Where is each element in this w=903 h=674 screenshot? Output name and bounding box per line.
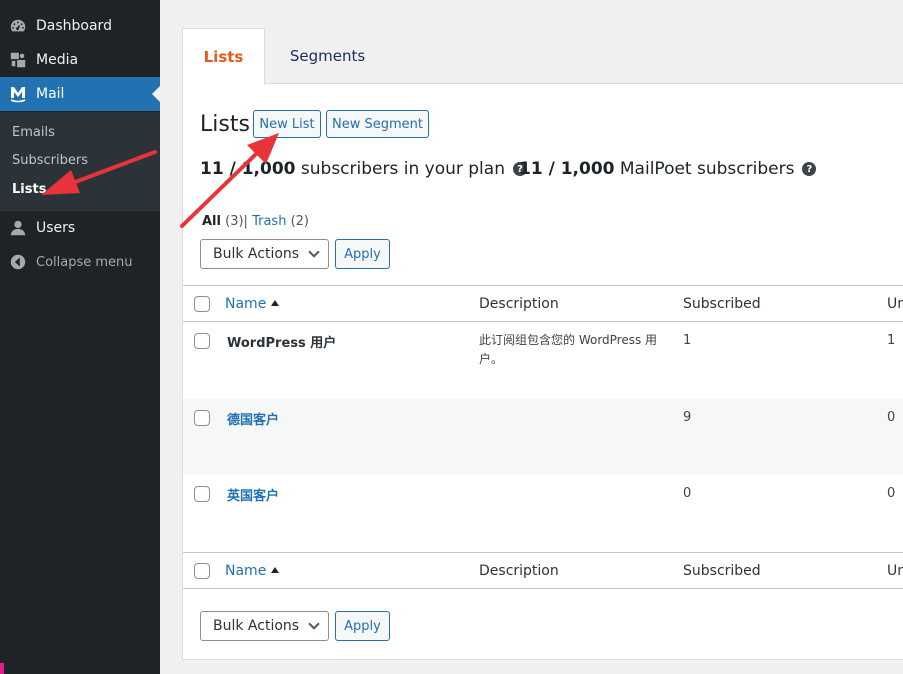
divider	[183, 285, 903, 286]
chevron-down-icon	[308, 246, 320, 258]
list-name[interactable]: 英国客户	[227, 485, 279, 504]
column-subscribed-header[interactable]: Subscribed	[683, 296, 761, 312]
filter-trash-count: (2)	[290, 214, 309, 229]
filter-trash[interactable]: Trash	[252, 214, 286, 229]
submenu-item-lists[interactable]: Lists	[12, 182, 46, 197]
subscribed-count: 1	[683, 333, 692, 348]
column-name-header[interactable]: Name	[225, 296, 280, 312]
filter-all[interactable]: All	[202, 214, 221, 229]
page-title: Lists	[200, 112, 250, 137]
list-description: 此订阅组包含您的 WordPress 用户。	[479, 333, 658, 366]
sidebar-item-label: Mail	[36, 86, 65, 102]
table-row	[183, 399, 903, 475]
plan-text: subscribers in your plan	[300, 159, 505, 179]
mailpoet-icon	[0, 84, 36, 104]
sidebar-item-mail[interactable]: Mail	[0, 77, 160, 111]
row-checkbox[interactable]	[194, 410, 210, 426]
column-name-footer[interactable]: Name	[225, 563, 280, 579]
divider	[183, 588, 903, 589]
current-menu-arrow	[152, 86, 160, 102]
table-row	[183, 475, 903, 552]
select-all-checkbox[interactable]	[194, 296, 210, 312]
help-icon[interactable]: ?	[802, 162, 817, 176]
bulk-actions-label: Bulk Actions	[213, 246, 300, 262]
filter-all-count: (3)	[225, 214, 244, 229]
list-name[interactable]: WordPress 用户	[227, 332, 336, 351]
bulk-actions-label: Bulk Actions	[213, 618, 300, 634]
sidebar-item-label: Dashboard	[36, 18, 112, 34]
sidebar-item-label: Users	[36, 220, 76, 236]
sidebar-item-dashboard[interactable]: Dashboard	[0, 9, 160, 43]
sidebar-item-users[interactable]: Users	[0, 211, 160, 245]
unsubscribed-count: 0	[887, 486, 896, 501]
column-unsubscribed-header[interactable]: Un	[887, 296, 903, 312]
subscribed-count: 0	[683, 486, 692, 501]
tab-lists[interactable]: Lists	[182, 28, 265, 85]
dashboard-icon	[0, 17, 36, 35]
plan-count: 11 / 1,000	[200, 159, 296, 179]
tab-segments[interactable]: Segments	[270, 28, 385, 84]
sidebar-item-label: Media	[36, 52, 79, 68]
bulk-actions-select-bottom[interactable]: Bulk Actions	[200, 611, 329, 641]
color-marker	[0, 663, 4, 674]
collapse-icon	[0, 253, 36, 271]
column-description-header: Description	[479, 296, 559, 312]
filter-separator: |	[243, 214, 248, 229]
users-icon	[0, 219, 36, 237]
mp-count: 11 / 1,000	[519, 159, 615, 179]
mp-text: MailPoet subscribers	[619, 159, 795, 179]
chevron-down-icon	[308, 618, 320, 630]
list-filters: All (3)| Trash (2)	[202, 214, 309, 229]
media-icon	[0, 51, 36, 69]
mailpoet-subscribers-info: 11 / 1,000 MailPoet subscribers ?	[519, 159, 817, 179]
column-unsubscribed-footer[interactable]: Un	[887, 563, 903, 579]
bulk-actions-select[interactable]: Bulk Actions	[200, 239, 329, 269]
collapse-menu-label: Collapse menu	[36, 254, 133, 270]
collapse-menu-button[interactable]: Collapse menu	[0, 245, 160, 279]
sort-asc-icon	[271, 300, 280, 306]
new-segment-button[interactable]: New Segment	[326, 110, 429, 138]
apply-button-bottom[interactable]: Apply	[335, 611, 390, 641]
subscribed-count: 9	[683, 410, 692, 425]
submenu-item-emails[interactable]: Emails	[12, 125, 55, 140]
column-description-footer: Description	[479, 563, 559, 579]
select-all-checkbox-footer[interactable]	[194, 563, 210, 579]
sort-asc-icon	[271, 567, 280, 573]
unsubscribed-count: 0	[887, 410, 896, 425]
submenu-item-subscribers[interactable]: Subscribers	[12, 153, 88, 168]
new-list-button[interactable]: New List	[253, 110, 321, 138]
mail-submenu: Emails Subscribers Lists	[0, 112, 160, 211]
apply-button[interactable]: Apply	[335, 239, 390, 269]
column-subscribed-footer[interactable]: Subscribed	[683, 563, 761, 579]
admin-sidebar: Dashboard Media Mail Emails Subscribers …	[0, 0, 160, 674]
sidebar-item-media[interactable]: Media	[0, 43, 160, 77]
divider	[183, 552, 903, 553]
plan-subscribers-info: 11 / 1,000 subscribers in your plan ?	[200, 159, 527, 179]
unsubscribed-count: 1	[887, 333, 896, 348]
row-checkbox[interactable]	[194, 333, 210, 349]
list-name[interactable]: 德国客户	[227, 409, 279, 428]
row-checkbox[interactable]	[194, 486, 210, 502]
